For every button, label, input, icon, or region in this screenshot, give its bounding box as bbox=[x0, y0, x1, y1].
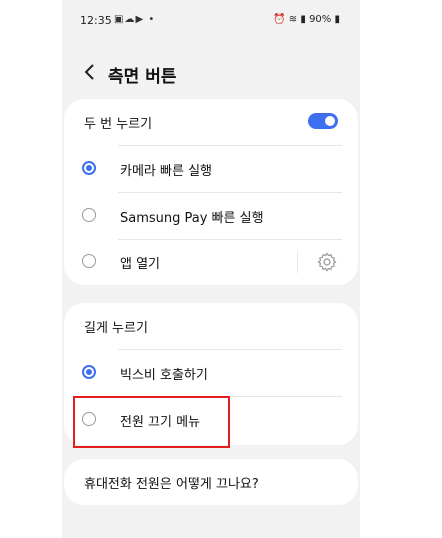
page-title: 측면 버튼 bbox=[108, 67, 177, 87]
battery-icon: ▮ bbox=[334, 14, 340, 25]
youtube-icon: ▶ bbox=[135, 14, 145, 25]
radio-selected[interactable] bbox=[82, 161, 96, 175]
long-press-title: 길게 누르기 bbox=[84, 321, 148, 336]
option-label: 앱 열기 bbox=[120, 257, 161, 272]
radio-selected[interactable] bbox=[82, 365, 96, 379]
notification-icons: ▣☁▶ • bbox=[114, 14, 155, 25]
option-label: 빅스비 호출하기 bbox=[120, 368, 208, 383]
double-press-card: 두 번 누르기 카메라 빠른 실행 Samsung Pay 빠른 실행 앱 열기 bbox=[64, 99, 358, 285]
help-card[interactable]: 휴대전화 전원은 어떻게 끄나요? bbox=[64, 459, 358, 505]
settings-button[interactable] bbox=[316, 251, 338, 273]
double-press-header[interactable]: 두 번 누르기 bbox=[64, 99, 358, 145]
radio-unselected[interactable] bbox=[82, 208, 96, 222]
wifi-icon: ≋ bbox=[288, 14, 298, 25]
cloud-icon: ☁ bbox=[124, 14, 136, 25]
option-open-app[interactable]: 앱 열기 bbox=[64, 239, 358, 285]
signal-icon: ▮ bbox=[300, 14, 306, 25]
back-button[interactable] bbox=[80, 60, 102, 84]
option-label: Samsung Pay 빠른 실행 bbox=[120, 211, 264, 226]
chevron-left-icon bbox=[84, 64, 94, 80]
gear-icon bbox=[317, 252, 337, 272]
phone-screen: 12:35 ▣☁▶ • ⏰ ≋ ▮ 90% ▮ 측면 버튼 두 번 누르기 카메… bbox=[62, 0, 360, 538]
highlight-box bbox=[73, 396, 230, 448]
battery-percent: 90% bbox=[309, 14, 332, 25]
status-time: 12:35 bbox=[80, 14, 112, 27]
alarm-icon: ⏰ bbox=[273, 14, 286, 25]
dot-icon: • bbox=[148, 14, 156, 25]
double-press-toggle[interactable] bbox=[308, 113, 338, 129]
double-press-title: 두 번 누르기 bbox=[84, 117, 153, 132]
option-samsung-pay[interactable]: Samsung Pay 빠른 실행 bbox=[64, 193, 358, 239]
vertical-divider bbox=[297, 251, 298, 273]
status-right: ⏰ ≋ ▮ 90% ▮ bbox=[273, 14, 340, 25]
option-camera-quick-launch[interactable]: 카메라 빠른 실행 bbox=[64, 146, 358, 192]
page-header: 측면 버튼 bbox=[62, 56, 360, 90]
long-press-header: 길게 누르기 bbox=[64, 303, 358, 349]
radio-unselected[interactable] bbox=[82, 254, 96, 268]
status-bar: 12:35 ▣☁▶ • ⏰ ≋ ▮ 90% ▮ bbox=[62, 0, 360, 40]
option-call-bixby[interactable]: 빅스비 호출하기 bbox=[64, 350, 358, 396]
help-link[interactable]: 휴대전화 전원은 어떻게 끄나요? bbox=[84, 473, 259, 492]
option-label: 카메라 빠른 실행 bbox=[120, 164, 212, 179]
gallery-icon: ▣ bbox=[114, 14, 125, 25]
